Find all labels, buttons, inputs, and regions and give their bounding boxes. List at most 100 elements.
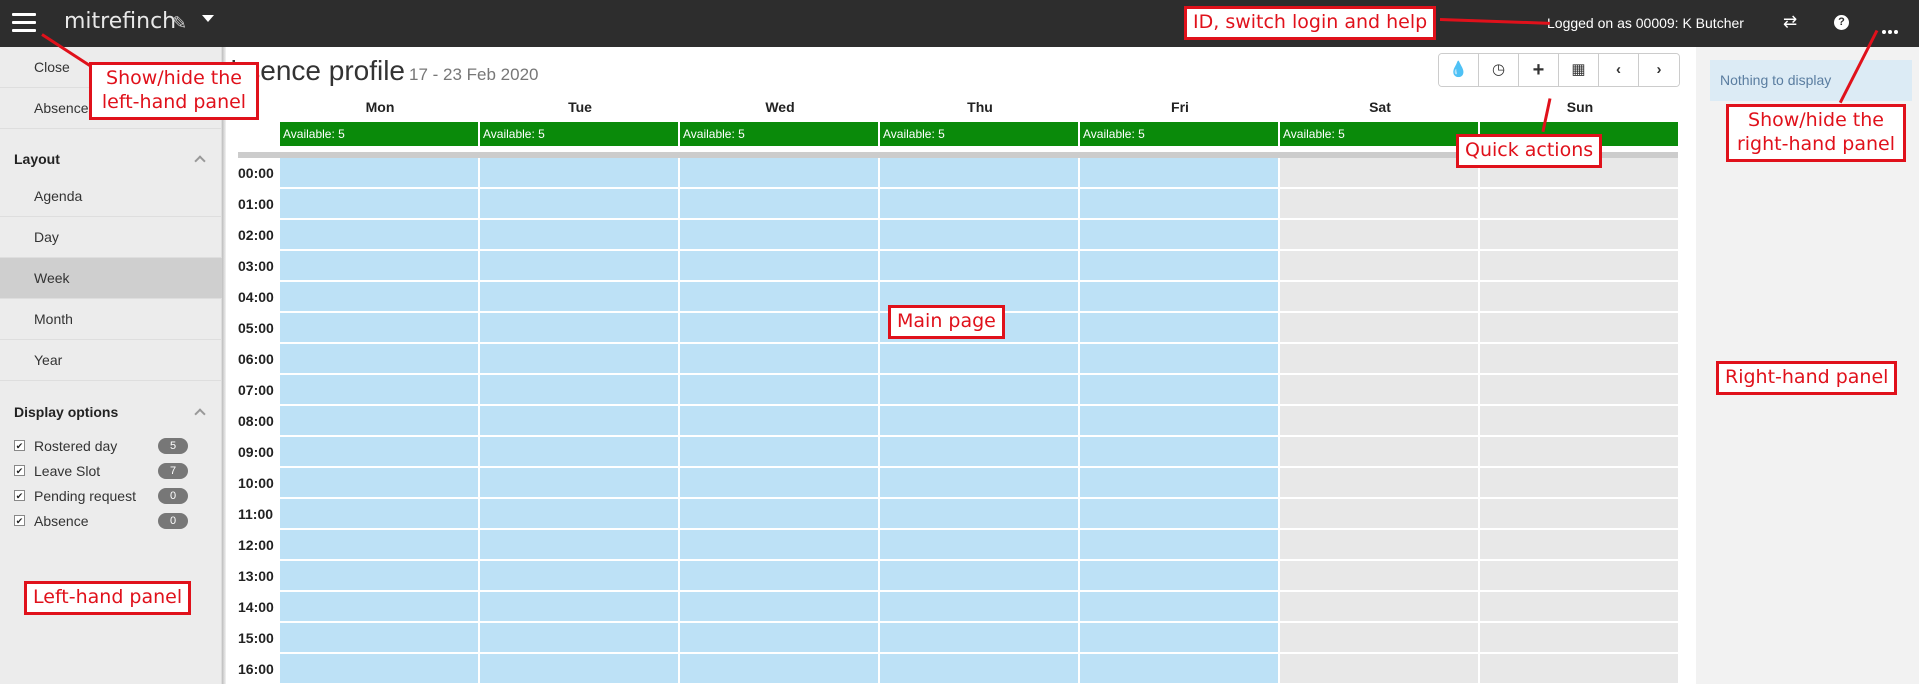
- availability-bar[interactable]: Available: 5: [680, 122, 880, 146]
- availability-bar[interactable]: Available: 5: [880, 122, 1080, 146]
- calendar-icon[interactable]: ▦: [1559, 54, 1599, 86]
- time-slot[interactable]: [1080, 375, 1280, 406]
- day-header[interactable]: Tue: [480, 99, 680, 117]
- availability-bar[interactable]: Available: 5: [1080, 122, 1280, 146]
- time-slot[interactable]: [480, 344, 680, 375]
- time-slot[interactable]: [480, 592, 680, 623]
- time-slot[interactable]: [280, 530, 480, 561]
- time-slot[interactable]: [480, 220, 680, 251]
- time-slot[interactable]: [1080, 437, 1280, 468]
- more-icon[interactable]: [1882, 21, 1900, 34]
- time-slot[interactable]: [1080, 499, 1280, 530]
- chevron-down-icon[interactable]: [202, 15, 214, 22]
- layout-year[interactable]: Year: [0, 340, 222, 381]
- chevron-up-icon[interactable]: [194, 408, 206, 420]
- time-slot[interactable]: [480, 437, 680, 468]
- time-slot[interactable]: [1280, 437, 1480, 468]
- time-slot[interactable]: [880, 623, 1080, 654]
- time-slot[interactable]: [680, 220, 880, 251]
- time-slot[interactable]: [1280, 282, 1480, 313]
- time-slot[interactable]: [680, 561, 880, 592]
- time-slot[interactable]: [1480, 282, 1680, 313]
- time-slot[interactable]: [1080, 561, 1280, 592]
- time-slot[interactable]: [680, 623, 880, 654]
- time-slot[interactable]: [1280, 220, 1480, 251]
- plus-icon[interactable]: +: [1519, 54, 1559, 86]
- time-slot[interactable]: [1480, 561, 1680, 592]
- time-slot[interactable]: [480, 282, 680, 313]
- time-slot[interactable]: [480, 468, 680, 499]
- time-slot[interactable]: [280, 561, 480, 592]
- time-slot[interactable]: [880, 375, 1080, 406]
- time-slot[interactable]: [1280, 530, 1480, 561]
- option-absence[interactable]: ✔ Absence 0: [14, 512, 214, 532]
- time-slot[interactable]: [1480, 530, 1680, 561]
- time-slot[interactable]: [1480, 499, 1680, 530]
- help-icon[interactable]: ?: [1834, 15, 1849, 30]
- time-slot[interactable]: [280, 158, 480, 189]
- time-slot[interactable]: [680, 313, 880, 344]
- time-slot[interactable]: [680, 468, 880, 499]
- time-slot[interactable]: [1280, 499, 1480, 530]
- option-rostered-day[interactable]: ✔ Rostered day 5: [14, 437, 214, 457]
- time-slot[interactable]: [680, 282, 880, 313]
- time-slot[interactable]: [1080, 592, 1280, 623]
- time-slot[interactable]: [1480, 592, 1680, 623]
- time-slot[interactable]: [1080, 623, 1280, 654]
- time-slot[interactable]: [480, 623, 680, 654]
- time-slot[interactable]: [480, 158, 680, 189]
- time-slot[interactable]: [280, 623, 480, 654]
- time-slot[interactable]: [1280, 313, 1480, 344]
- time-slot[interactable]: [1480, 313, 1680, 344]
- time-slot[interactable]: [1080, 344, 1280, 375]
- time-slot[interactable]: [1080, 468, 1280, 499]
- time-slot[interactable]: [680, 375, 880, 406]
- time-slot[interactable]: [1080, 406, 1280, 437]
- time-slot[interactable]: [280, 313, 480, 344]
- switch-login-icon[interactable]: ⇄: [1783, 12, 1797, 32]
- time-slot[interactable]: [1480, 623, 1680, 654]
- time-slot[interactable]: [1280, 158, 1480, 189]
- time-slot[interactable]: [1080, 251, 1280, 282]
- time-slot[interactable]: [480, 530, 680, 561]
- availability-bar[interactable]: Available: 5: [480, 122, 680, 146]
- time-slot[interactable]: [1080, 220, 1280, 251]
- time-slot[interactable]: [280, 437, 480, 468]
- checkbox[interactable]: ✔: [14, 490, 25, 501]
- time-slot[interactable]: [280, 468, 480, 499]
- time-slot[interactable]: [680, 344, 880, 375]
- day-header[interactable]: Mon: [280, 99, 480, 117]
- time-slot[interactable]: [880, 189, 1080, 220]
- time-slot[interactable]: [680, 158, 880, 189]
- time-slot[interactable]: [1080, 530, 1280, 561]
- brand-name[interactable]: mitrefinch: [64, 9, 176, 34]
- time-slot[interactable]: [1080, 282, 1280, 313]
- time-slot[interactable]: [880, 468, 1080, 499]
- chevron-right-icon[interactable]: ›: [1639, 54, 1679, 86]
- time-slot[interactable]: [880, 344, 1080, 375]
- time-slot[interactable]: [1480, 468, 1680, 499]
- time-slot[interactable]: [1280, 189, 1480, 220]
- time-slot[interactable]: [680, 189, 880, 220]
- time-slot[interactable]: [880, 437, 1080, 468]
- time-slot[interactable]: [1480, 220, 1680, 251]
- time-slot[interactable]: [1280, 561, 1480, 592]
- time-slot[interactable]: [680, 592, 880, 623]
- time-slot[interactable]: [280, 344, 480, 375]
- layout-week[interactable]: Week: [0, 258, 222, 299]
- time-slot[interactable]: [1280, 344, 1480, 375]
- time-slot[interactable]: [1480, 437, 1680, 468]
- time-slot[interactable]: [680, 530, 880, 561]
- time-slot[interactable]: [280, 251, 480, 282]
- time-slot[interactable]: [1480, 344, 1680, 375]
- option-pending-request[interactable]: ✔ Pending request 0: [14, 487, 214, 507]
- time-slot[interactable]: [880, 561, 1080, 592]
- time-slot[interactable]: [880, 220, 1080, 251]
- availability-bar[interactable]: Available: 5: [1280, 122, 1480, 146]
- time-slot[interactable]: [480, 375, 680, 406]
- time-slot[interactable]: [880, 654, 1080, 684]
- time-slot[interactable]: [480, 561, 680, 592]
- time-slot[interactable]: [280, 375, 480, 406]
- time-slot[interactable]: [880, 530, 1080, 561]
- time-slot[interactable]: [880, 251, 1080, 282]
